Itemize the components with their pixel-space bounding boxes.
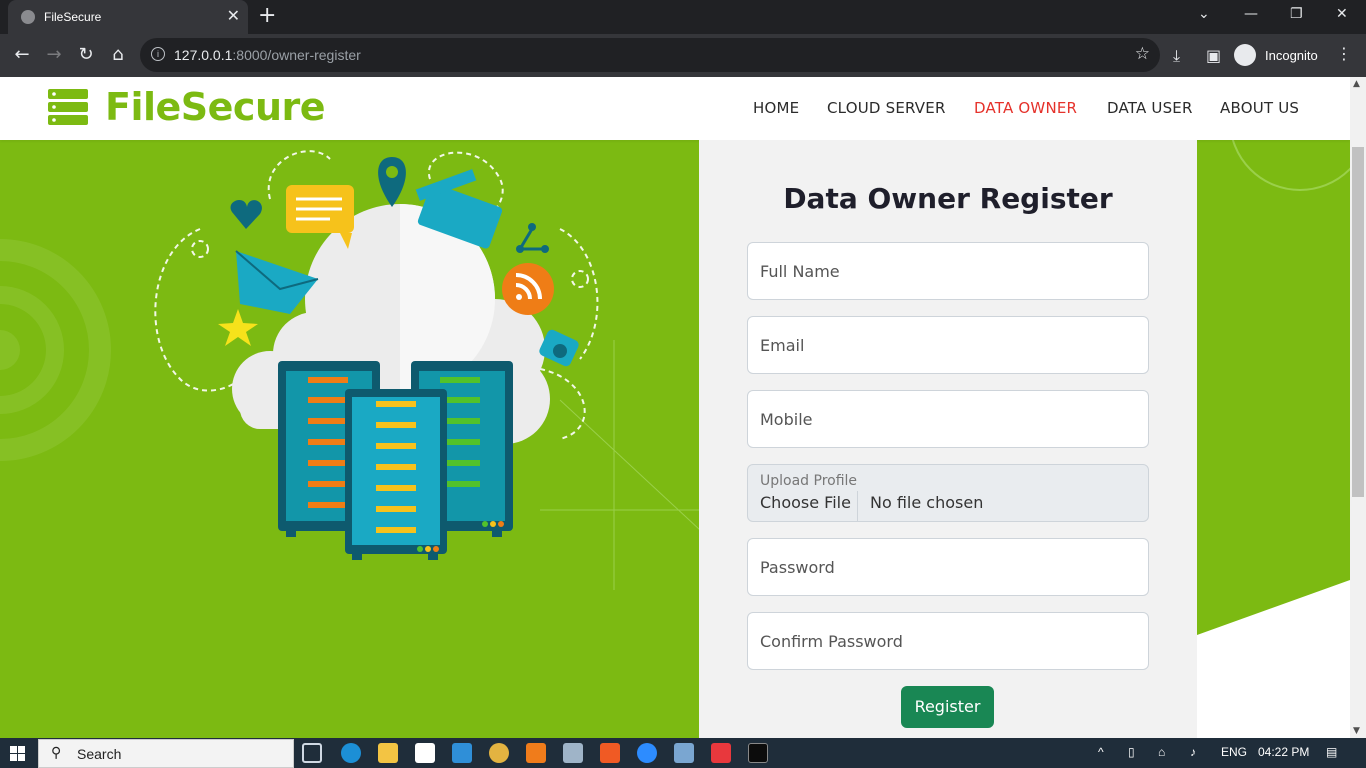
mobile-input[interactable] xyxy=(748,391,1148,447)
form-title: Data Owner Register xyxy=(783,182,1113,215)
cloud-servers-illustration xyxy=(154,150,599,560)
nav-data-user[interactable]: DATA USER xyxy=(1107,99,1193,117)
edge-icon[interactable] xyxy=(341,743,361,763)
taskbar-search[interactable]: ⚲ Search xyxy=(38,739,294,768)
anydesk-icon[interactable] xyxy=(711,743,731,763)
back-arrow-icon[interactable]: ← xyxy=(10,43,34,67)
search-app-icon[interactable] xyxy=(526,743,546,763)
site-header: FileSecure HOME CLOUD SERVER DATA OWNER … xyxy=(0,77,1350,140)
file-status-text: No file chosen xyxy=(870,493,984,512)
download-icon[interactable]: ⤓ xyxy=(1173,46,1180,66)
bookmark-star-icon[interactable]: ☆ xyxy=(1135,44,1150,64)
app-icon[interactable] xyxy=(674,743,694,763)
choose-file-button[interactable]: Choose File xyxy=(748,491,858,522)
brave-icon[interactable] xyxy=(600,743,620,763)
vscode-icon[interactable] xyxy=(452,743,472,763)
url-text[interactable]: 127.0.0.1:8000/owner-register xyxy=(174,47,361,63)
taskbar-clock[interactable]: 04:22 PM xyxy=(1258,745,1309,759)
zoom-icon[interactable] xyxy=(637,743,657,763)
incognito-label: Incognito xyxy=(1265,48,1318,63)
mobile-field[interactable] xyxy=(747,390,1149,448)
network-icon[interactable]: ⌂ xyxy=(1158,745,1165,759)
tab-close-icon[interactable]: ✕ xyxy=(227,6,240,26)
nav-cloud-server[interactable]: CLOUD SERVER xyxy=(827,99,946,117)
address-bar[interactable]: i 127.0.0.1:8000/owner-register ☆ xyxy=(140,38,1160,72)
confirm-password-input[interactable] xyxy=(748,613,1148,669)
browser-tab-strip: FileSecure ✕ + ⌄ — ❐ ✕ xyxy=(0,0,1366,34)
app-icon[interactable] xyxy=(563,743,583,763)
app-icon[interactable] xyxy=(415,743,435,763)
terminal-icon[interactable] xyxy=(748,743,768,763)
tab-title: FileSecure xyxy=(44,10,102,24)
register-card: Data Owner Register Upload Profile Choos… xyxy=(699,140,1197,738)
windows-taskbar: ⚲ Search ^ ▯ ⌂ ♪ ENG 04:22 PM ▤ xyxy=(0,738,1366,768)
confirm-password-field[interactable] xyxy=(747,612,1149,670)
restore-button[interactable]: ❐ xyxy=(1290,6,1303,22)
nav-data-owner[interactable]: DATA OWNER xyxy=(974,99,1077,117)
browser-menu-icon[interactable]: ⋮ xyxy=(1336,44,1352,63)
browser-tab[interactable]: FileSecure ✕ xyxy=(8,0,248,34)
minimize-button[interactable]: — xyxy=(1244,6,1258,22)
scroll-down-icon[interactable]: ▼ xyxy=(1353,726,1360,736)
password-field[interactable] xyxy=(747,538,1149,596)
windows-start-icon[interactable] xyxy=(10,746,26,762)
task-view-icon[interactable] xyxy=(302,743,322,763)
incognito-icon xyxy=(1234,44,1256,66)
tray-chevron-icon[interactable]: ^ xyxy=(1098,745,1104,759)
site-info-icon[interactable]: i xyxy=(151,47,165,61)
url-host: 127.0.0.1 xyxy=(174,47,233,63)
globe-icon xyxy=(21,10,35,24)
email-field[interactable] xyxy=(747,316,1149,374)
tray-app-icon[interactable]: ▯ xyxy=(1128,745,1135,759)
upload-profile-label: Upload Profile xyxy=(760,473,858,489)
email-input[interactable] xyxy=(748,317,1148,373)
password-input[interactable] xyxy=(748,539,1148,595)
file-explorer-icon[interactable] xyxy=(378,743,398,763)
page-scrollbar[interactable]: ▲ ▼ xyxy=(1350,77,1366,738)
notifications-icon[interactable]: ▤ xyxy=(1326,745,1337,759)
home-icon[interactable]: ⌂ xyxy=(106,43,130,67)
search-icon: ⚲ xyxy=(51,745,62,761)
close-window-button[interactable]: ✕ xyxy=(1336,6,1348,22)
new-tab-button[interactable]: + xyxy=(258,4,276,28)
full-name-input[interactable] xyxy=(748,243,1148,299)
chrome-icon[interactable] xyxy=(489,743,509,763)
nav-home[interactable]: HOME xyxy=(753,99,799,117)
url-path: :8000/owner-register xyxy=(232,47,361,63)
server-logo-icon[interactable] xyxy=(48,89,88,125)
upload-profile-field[interactable]: Upload Profile Choose File No file chose… xyxy=(747,464,1149,522)
register-button[interactable]: Register xyxy=(901,686,994,728)
full-name-field[interactable] xyxy=(747,242,1149,300)
tab-search-icon[interactable]: ⌄ xyxy=(1198,6,1210,22)
site-logo-text[interactable]: FileSecure xyxy=(105,85,326,129)
volume-icon[interactable]: ♪ xyxy=(1190,745,1196,759)
scrollbar-thumb[interactable] xyxy=(1352,147,1364,497)
taskbar-search-label: Search xyxy=(77,746,122,762)
browser-toolbar: ← → ↻ ⌂ i 127.0.0.1:8000/owner-register … xyxy=(0,34,1366,77)
scroll-up-icon[interactable]: ▲ xyxy=(1353,79,1360,89)
reload-icon[interactable]: ↻ xyxy=(74,43,98,67)
nav-about-us[interactable]: ABOUT US xyxy=(1220,99,1299,117)
forward-arrow-icon[interactable]: → xyxy=(42,43,66,67)
side-panel-icon[interactable]: ▣ xyxy=(1206,46,1221,65)
language-indicator[interactable]: ENG xyxy=(1221,745,1247,759)
web-page: FileSecure HOME CLOUD SERVER DATA OWNER … xyxy=(0,77,1350,738)
